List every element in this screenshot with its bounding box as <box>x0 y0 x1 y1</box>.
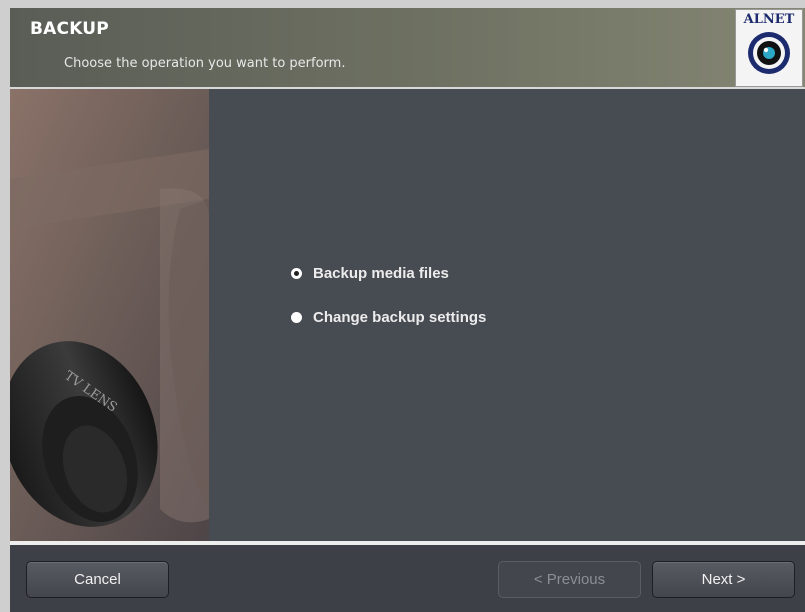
alnet-logo: ALNET <box>735 9 803 87</box>
cancel-button[interactable]: Cancel <box>26 561 169 598</box>
radio-unchecked-icon[interactable] <box>291 312 302 323</box>
radio-checked-icon[interactable] <box>291 268 302 279</box>
options-panel: Backup media files Change backup setting… <box>209 89 805 541</box>
previous-button[interactable]: < Previous <box>498 561 641 598</box>
page-subtitle: Choose the operation you want to perform… <box>64 56 346 71</box>
wizard-footer: Cancel < Previous Next > <box>10 545 805 612</box>
option-backup-media-files[interactable]: Backup media files <box>291 265 449 282</box>
option-label: Backup media files <box>313 265 449 282</box>
wizard-header: BACKUP Choose the operation you want to … <box>10 8 805 87</box>
camera-lens-icon <box>748 32 790 74</box>
page-title: BACKUP <box>30 19 109 39</box>
camera-lens-photo: TV LENS <box>10 89 209 541</box>
backup-wizard-window: BACKUP Choose the operation you want to … <box>10 8 805 612</box>
next-button[interactable]: Next > <box>652 561 795 598</box>
option-change-backup-settings[interactable]: Change backup settings <box>291 309 486 326</box>
lens-illustration: TV LENS <box>10 89 209 541</box>
logo-text: ALNET <box>743 12 795 27</box>
option-label: Change backup settings <box>313 309 487 326</box>
